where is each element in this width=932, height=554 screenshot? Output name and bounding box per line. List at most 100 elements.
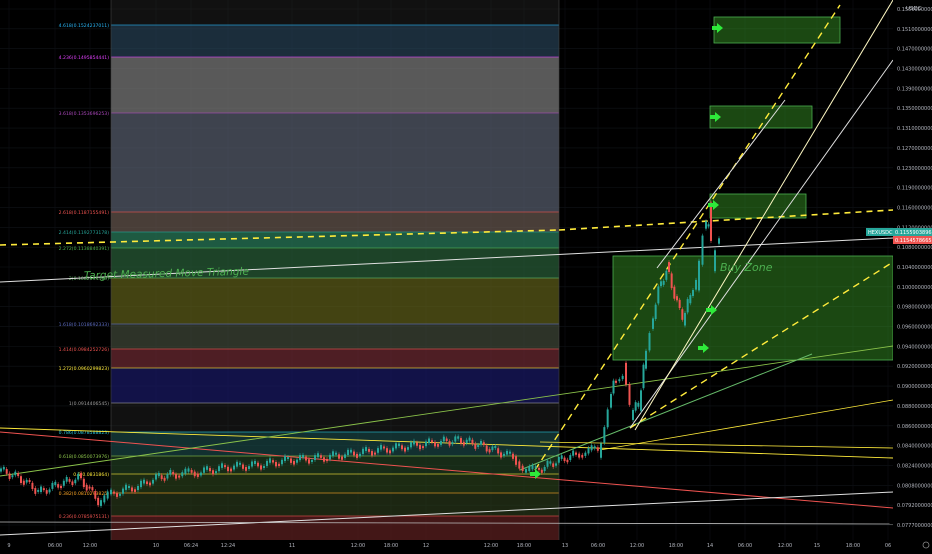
candle-body — [480, 440, 482, 445]
price-axis-label: 0.0920000000 — [897, 364, 932, 370]
candle-body — [404, 447, 406, 452]
fib-band — [111, 324, 559, 349]
price-axis-label: 0.0980000000 — [897, 305, 932, 311]
candle-body — [293, 460, 295, 465]
candle-body — [654, 304, 657, 320]
candle-body — [254, 460, 256, 464]
time-axis-label: 12:00 — [484, 543, 498, 549]
candle-body — [296, 459, 298, 463]
candle-body — [181, 472, 184, 477]
time-axis[interactable]: 9 06:00 12:00 10 06:24 12:24 11 12:00 18:00 12 12:… — [0, 540, 932, 550]
candle-body — [374, 452, 376, 455]
fib-level-label: 0.618(0.0850073976) — [59, 454, 110, 460]
candle-body — [353, 451, 355, 456]
price-axis-label: 0.1550000000 — [897, 7, 932, 13]
candle-body — [74, 479, 77, 484]
candle-body — [116, 493, 118, 497]
candle-body — [5, 469, 8, 474]
candle-body — [71, 481, 74, 486]
candle-body — [169, 469, 172, 475]
candle-body — [119, 493, 121, 496]
fib-level-label: 4.618(0.1524237011) — [59, 23, 110, 29]
candle-body — [203, 467, 205, 473]
candle-body — [314, 455, 316, 461]
candle-body — [22, 480, 25, 485]
target-zone-box — [713, 16, 841, 44]
candle-body — [676, 296, 678, 301]
candle-body — [657, 286, 660, 304]
candle-body — [557, 456, 560, 463]
candle-body — [113, 491, 115, 494]
candle-body — [190, 469, 193, 473]
candle-body — [54, 481, 57, 486]
candle-body — [218, 466, 220, 472]
candle-body — [37, 489, 40, 492]
candle-body — [540, 469, 543, 473]
candle-body — [506, 450, 508, 455]
candle-body — [621, 375, 624, 380]
candle-body — [278, 463, 280, 467]
candle-body — [497, 448, 500, 454]
candle-body — [200, 472, 202, 476]
candle-body — [224, 465, 226, 468]
fib-level-label: 2.618(0.1187155491) — [59, 210, 110, 216]
time-axis-label: 18:00 — [384, 543, 398, 549]
price-axis-label: 0.1190000000 — [897, 186, 932, 192]
candle-body — [534, 466, 537, 469]
candle-body — [143, 479, 145, 484]
candle-body — [552, 463, 555, 467]
candle-body — [474, 443, 477, 449]
candle-body — [509, 451, 511, 454]
candle-body — [665, 270, 668, 280]
candle-body — [362, 448, 364, 454]
candle-body — [350, 449, 352, 453]
candle-body — [407, 447, 409, 450]
candle-body — [660, 281, 662, 287]
fib-level-label: 1.414(0.0984252726) — [59, 347, 110, 353]
candle-body — [648, 333, 651, 351]
candle-body — [569, 455, 572, 460]
candle-body — [710, 202, 712, 241]
candle-body — [157, 472, 160, 477]
candle-body — [500, 452, 502, 458]
candle-body — [718, 238, 720, 244]
fib-level-label: 2.272(0.1138840391) — [59, 246, 110, 252]
price-axis-label: 0.1040000000 — [897, 265, 932, 271]
fib-band — [111, 493, 559, 516]
candle-body — [468, 437, 471, 441]
candle-body — [227, 466, 229, 472]
candle-body — [51, 482, 54, 489]
candle-body — [206, 466, 208, 470]
time-axis-label: 9 — [7, 543, 10, 549]
time-axis-label: 18:00 — [669, 543, 683, 549]
candle-body — [311, 459, 313, 462]
candle-body — [260, 465, 262, 470]
candle-body — [448, 441, 451, 446]
candle-body — [320, 455, 322, 458]
candle-body — [62, 480, 65, 486]
candle-body — [60, 485, 62, 489]
candle-body — [494, 445, 497, 449]
candle-body — [212, 470, 214, 475]
candle-body — [0, 468, 2, 472]
price-axis-label: 0.1390000000 — [897, 86, 932, 92]
candle-body — [45, 490, 48, 494]
candle-body — [341, 456, 343, 460]
price-axis[interactable]: USDC 0.15500000000.15100000000.147000000… — [893, 0, 932, 540]
candle-body — [618, 379, 621, 382]
candle-body — [149, 482, 151, 486]
candle-body — [383, 446, 385, 449]
candle-body — [714, 250, 716, 272]
candle-body — [11, 475, 14, 478]
candle-body — [65, 476, 68, 482]
candle-body — [491, 446, 494, 451]
candle-body — [425, 441, 427, 447]
candle-body — [485, 445, 488, 452]
candle-body — [103, 495, 106, 503]
candle-body — [560, 455, 563, 459]
candle-body — [184, 468, 187, 474]
fib-level-label: 1.272(0.0960299823) — [59, 366, 110, 372]
candle-body — [563, 457, 566, 462]
price-chart[interactable]: 4.618(0.1524237011) 4.236(0.1495854441) 3.… — [0, 0, 932, 550]
candle-body — [245, 467, 247, 471]
